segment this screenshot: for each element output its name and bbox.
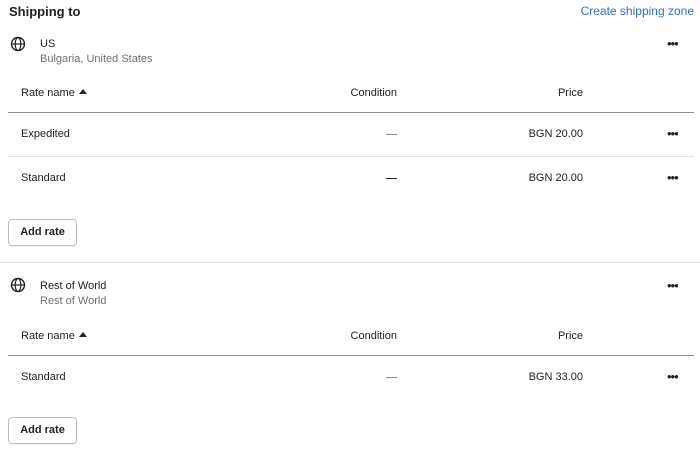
rate-name: Standard [21, 172, 66, 184]
condition-empty-dash [386, 178, 397, 179]
column-header-price: Price [557, 87, 583, 99]
condition-empty-dash [386, 377, 397, 378]
column-header-condition: Condition [350, 87, 397, 99]
column-label: Rate name [21, 87, 75, 99]
condition-empty-dash [386, 134, 397, 135]
rate-price: BGN 20.00 [528, 172, 583, 184]
rate-name: Standard [21, 371, 66, 383]
zone-countries: Rest of World [40, 295, 107, 307]
add-rate-button[interactable]: Add rate [8, 219, 77, 246]
zone-more-actions-button[interactable]: ••• [667, 279, 683, 292]
globe-icon [10, 36, 26, 52]
column-header-price: Price [557, 330, 583, 342]
column-header-rate-name[interactable]: Rate name [21, 330, 87, 342]
create-shipping-zone-link[interactable]: Create shipping zone [581, 4, 694, 18]
rate-more-actions-button[interactable]: ••• [667, 127, 683, 140]
column-header-condition: Condition [350, 330, 397, 342]
zone-more-actions-button[interactable]: ••• [667, 37, 683, 50]
zone-name: US [40, 38, 56, 50]
rate-more-actions-button[interactable]: ••• [667, 171, 683, 184]
globe-icon [10, 277, 26, 293]
zone-countries: Bulgaria, United States [40, 53, 153, 65]
page-title: Shipping to [9, 4, 81, 19]
rate-name: Expedited [21, 128, 70, 140]
sort-ascending-icon [78, 89, 87, 94]
add-rate-button[interactable]: Add rate [8, 417, 77, 444]
shipping-header: Shipping to Create shipping zone [0, 0, 700, 26]
shipping-zone-us: US Bulgaria, United States ••• Rate name… [0, 30, 700, 262]
sort-ascending-icon [78, 332, 87, 337]
column-label: Rate name [21, 330, 75, 342]
rate-more-actions-button[interactable]: ••• [667, 370, 683, 383]
zone-name: Rest of World [40, 280, 107, 292]
rate-price: BGN 20.00 [528, 128, 583, 140]
row-divider [8, 156, 694, 157]
rate-price: BGN 33.00 [528, 371, 583, 383]
shipping-zone-rest-of-world: Rest of World Rest of World ••• Rate nam… [0, 262, 700, 452]
table-header-divider [8, 112, 694, 113]
table-header-divider [8, 355, 694, 356]
column-header-rate-name[interactable]: Rate name [21, 87, 87, 99]
